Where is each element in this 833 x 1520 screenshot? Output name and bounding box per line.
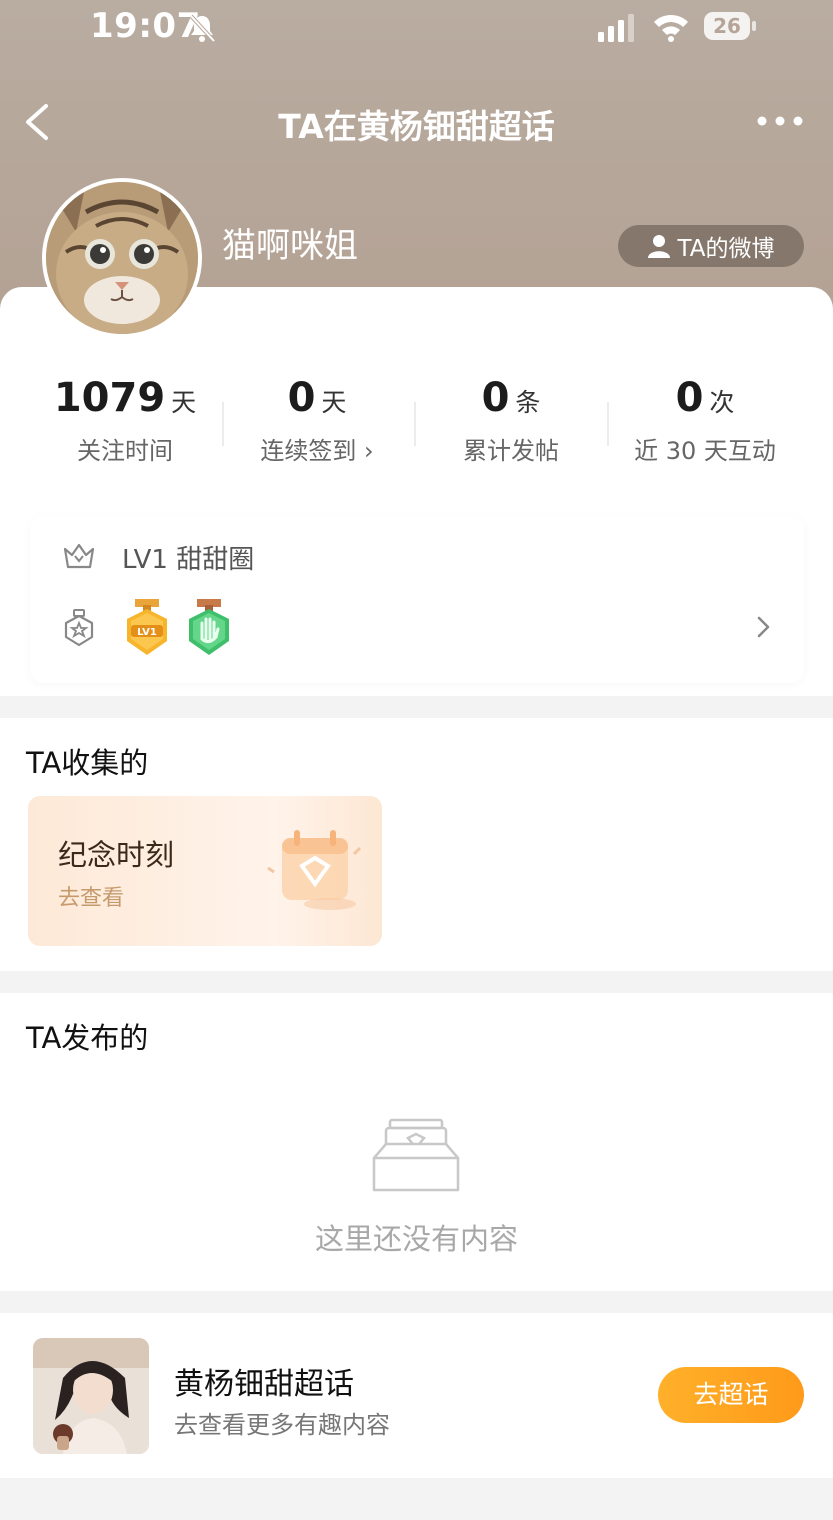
collected-title: TA收集的 [26, 746, 149, 780]
stat-value: 0 [287, 375, 316, 421]
empty-state-text: 这里还没有内容 [314, 1222, 518, 1256]
level-badges-panel[interactable]: LV1 甜甜圈 LV1 [30, 515, 804, 683]
stat-unit: 条 [515, 388, 541, 417]
level-label: LV1 甜甜圈 [122, 545, 255, 575]
go-supertopic-button[interactable]: 去超话 [658, 1367, 804, 1423]
portrait-image [33, 1338, 149, 1454]
medal-level-text: LV1 [137, 627, 157, 638]
supertopic-subtitle: 去查看更多有趣内容 [174, 1411, 390, 1439]
avatar[interactable] [42, 178, 202, 338]
cat-avatar-image [46, 182, 198, 334]
stat-label: 连续签到 › [260, 437, 374, 465]
crown-level-icon [63, 543, 95, 569]
memorial-moments-link: 去查看 [58, 886, 125, 911]
status-time: 19:07 [90, 6, 201, 46]
stat-value: 0 [481, 375, 510, 421]
supertopic-name: 黄杨钿甜超话 [174, 1367, 354, 1402]
page-title: TA在黄杨钿甜超话 [278, 107, 555, 146]
ta-weibo-label: TA的微博 [677, 236, 775, 262]
stat-divider [607, 402, 609, 446]
stat-follow-time: 1079 天 关注时间 [30, 375, 220, 466]
memorial-moments-card[interactable]: 纪念时刻 去查看 [28, 796, 382, 946]
back-arrow-icon[interactable] [20, 100, 54, 144]
level-medal-icon[interactable]: LV1 [123, 599, 171, 657]
stat-unit: 次 [709, 388, 735, 417]
page-bottom-spacer [0, 1478, 833, 1520]
stat-label: 近 30 天互动 [634, 437, 776, 465]
empty-box-icon [372, 1118, 460, 1192]
stat-checkin-streak[interactable]: 0天 连续签到 › [222, 375, 412, 466]
battery-icon: 26 [704, 12, 756, 40]
posted-title: TA发布的 [26, 1021, 149, 1055]
battery-tip [752, 21, 756, 31]
hand-medal-icon[interactable] [185, 599, 233, 657]
wifi-icon [654, 14, 688, 42]
stat-unit: 天 [171, 388, 197, 417]
stat-value: 1079 [53, 375, 166, 421]
person-icon [647, 235, 670, 258]
chevron-right-icon[interactable] [756, 615, 772, 639]
username: 猫啊咪姐 [222, 226, 358, 266]
stat-total-posts: 0条 累计发帖 [416, 375, 606, 466]
supertopic-thumbnail[interactable] [33, 1338, 149, 1454]
bell-muted-icon [189, 14, 216, 43]
stat-unit: 天 [321, 388, 347, 417]
status-bar: 19:07 26 [0, 0, 833, 56]
battery-level: 26 [704, 12, 750, 40]
stat-label: 关注时间 [77, 437, 173, 465]
stat-interactions: 0次 近 30 天互动 [610, 375, 800, 466]
ta-weibo-button[interactable]: TA的微博 [618, 225, 804, 267]
calendar-gift-icon [267, 830, 362, 910]
more-options-icon[interactable] [754, 106, 806, 136]
badge-star-icon [64, 609, 94, 647]
stat-value: 0 [675, 375, 704, 421]
cellular-signal-icon [598, 14, 634, 42]
memorial-moments-title: 纪念时刻 [58, 838, 175, 872]
supertopic-entry: 黄杨钿甜超话 去查看更多有趣内容 去超话 [0, 1313, 833, 1478]
stat-label: 累计发帖 [463, 437, 559, 465]
